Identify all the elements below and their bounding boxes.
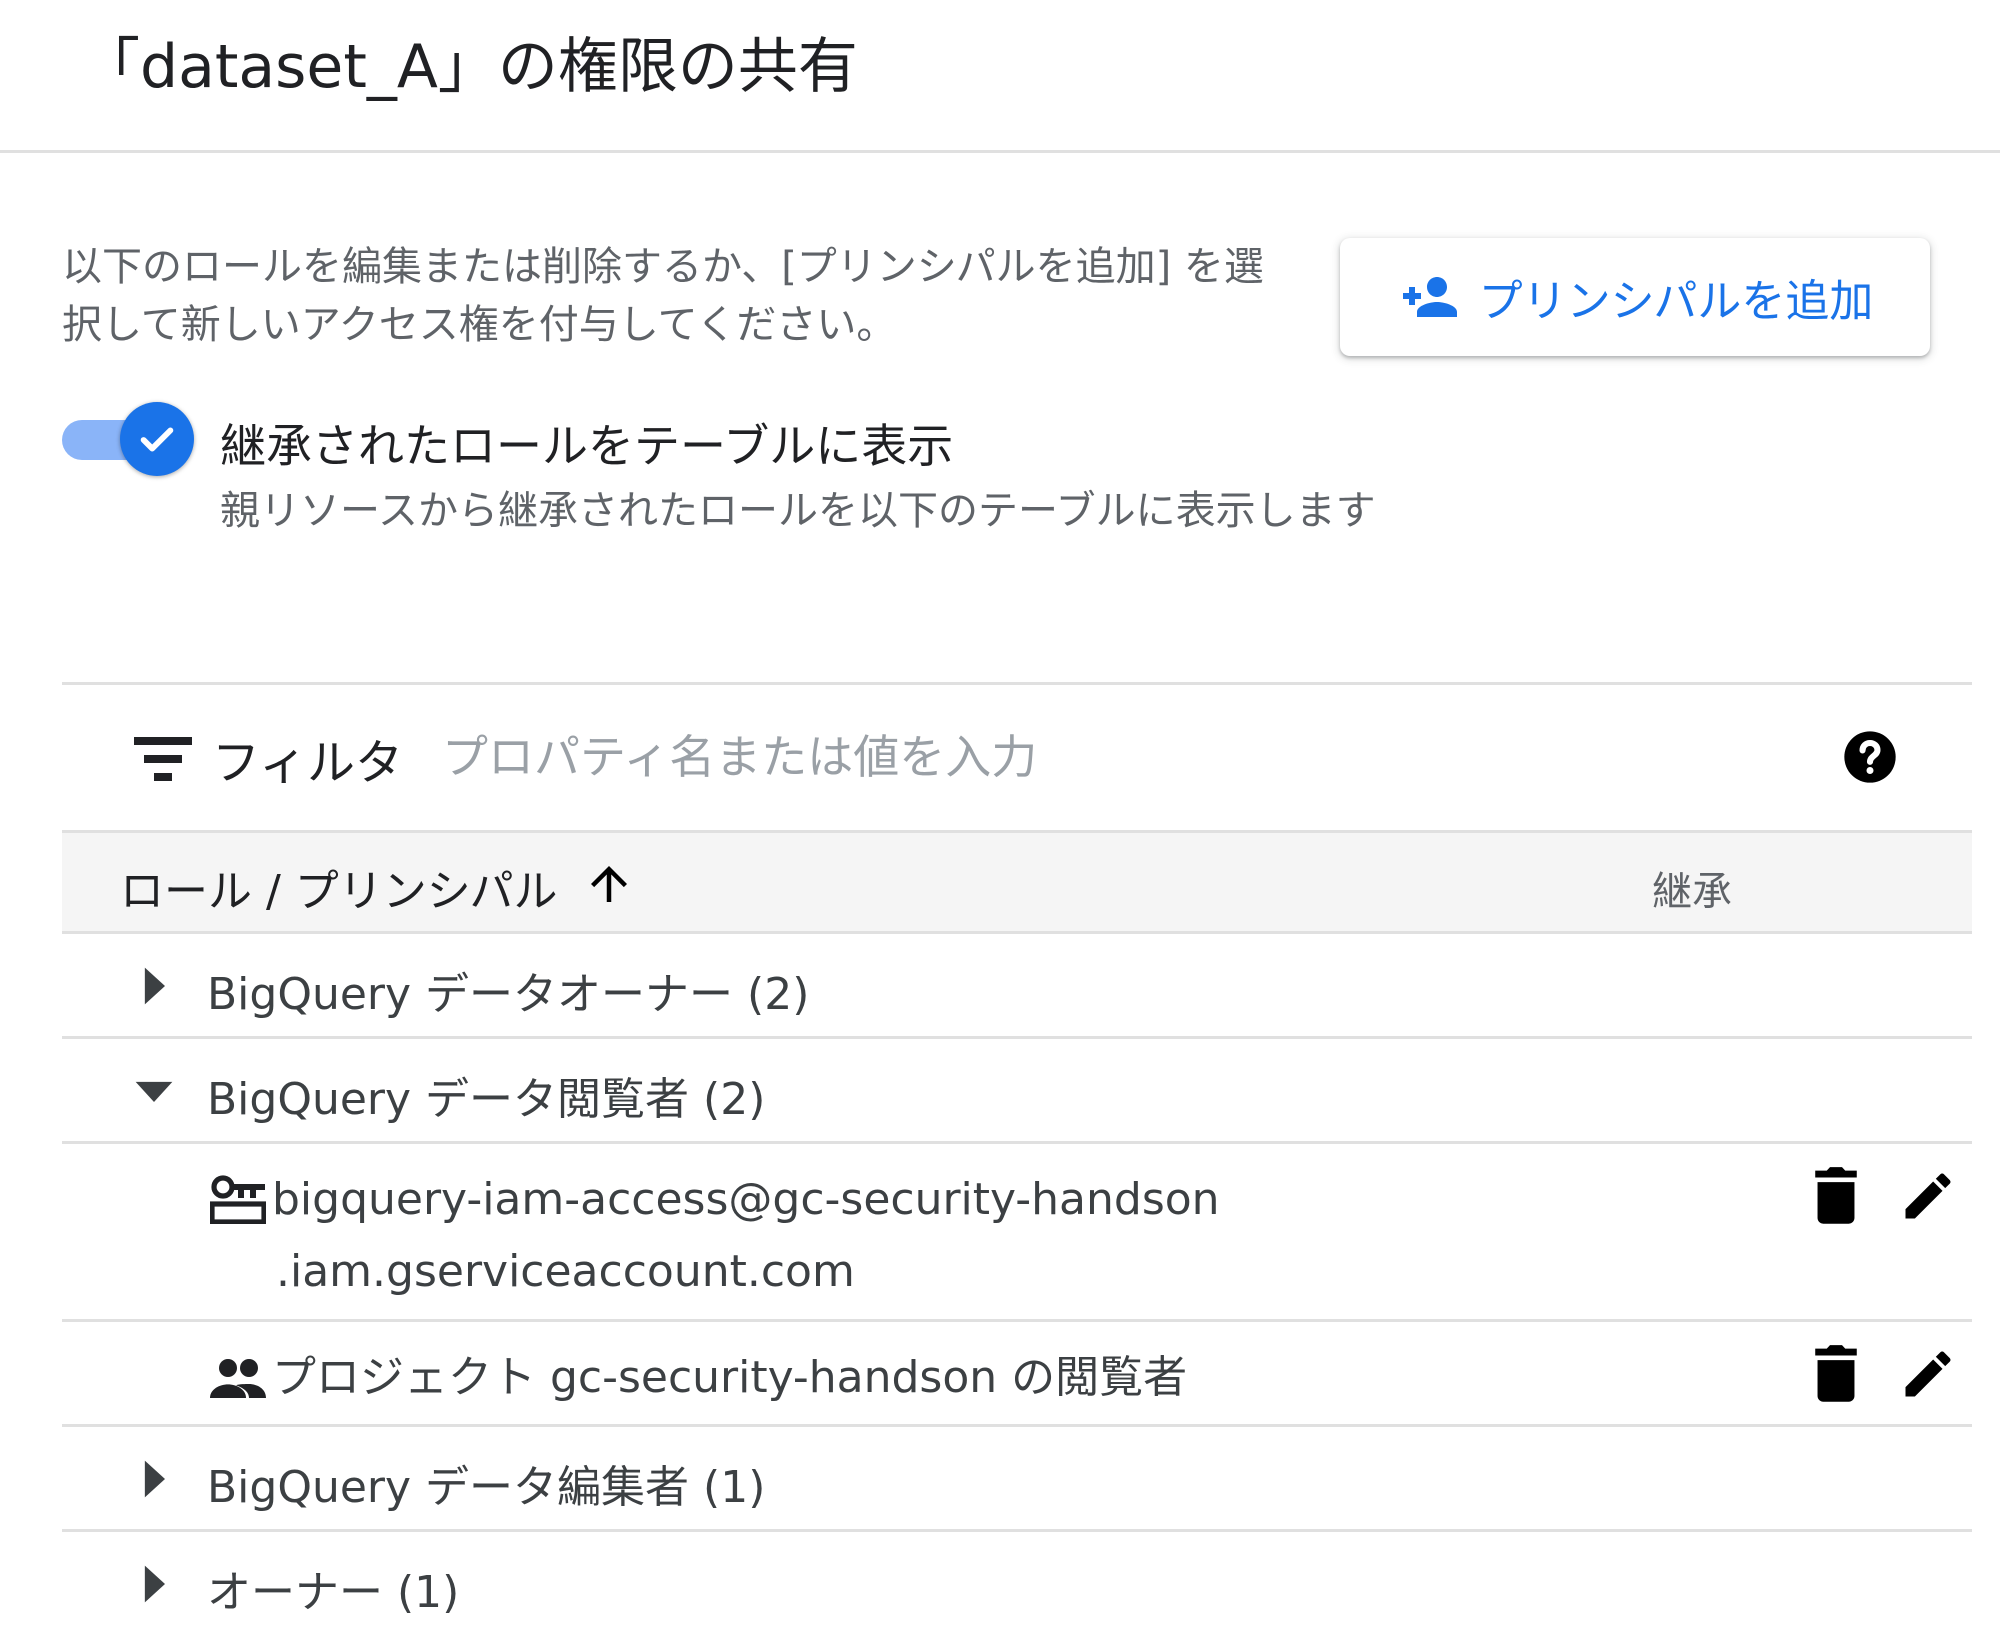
filter-label: フィルタ: [212, 735, 404, 791]
table-header: ロール / プリンシパル 継承: [62, 830, 1972, 934]
expand-right-icon[interactable]: [132, 1457, 176, 1501]
inherit-roles-toggle[interactable]: [62, 402, 194, 476]
toggle-knob: [120, 402, 194, 476]
table-row[interactable]: オーナー (1): [62, 1532, 1972, 1635]
member-name-text: プロジェクト gc-security-handson の閲覧者: [272, 1352, 1188, 1403]
check-icon: [140, 427, 174, 452]
role-label[interactable]: BigQuery データ閲覧者 (2): [207, 1063, 765, 1127]
add-principal-label: プリンシパルを追加: [1478, 276, 1874, 327]
member-email-line2: .iam.gserviceaccount.com: [276, 1246, 855, 1297]
dialog-title: 「dataset_A」の権限の共有: [80, 32, 858, 102]
add-principal-button[interactable]: プリンシパルを追加: [1340, 238, 1930, 356]
table-row[interactable]: BigQuery データオーナー (2): [62, 934, 1972, 1039]
permissions-table: フィルタ ロール / プリンシパル 継承 BigQuery データオーナー (2…: [62, 682, 1972, 1635]
help-icon[interactable]: [1842, 729, 1898, 785]
person-add-icon: [1402, 277, 1457, 317]
edit-icon[interactable]: [1898, 1344, 1958, 1404]
edit-icon[interactable]: [1898, 1166, 1958, 1226]
table-row[interactable]: BigQuery データ編集者 (1): [62, 1427, 1972, 1532]
role-label[interactable]: BigQuery データオーナー (2): [207, 958, 809, 1022]
role-label[interactable]: BigQuery データ編集者 (1): [207, 1451, 765, 1515]
filter-bar: フィルタ: [62, 685, 1972, 830]
member-row: bigquery-iam-access@gc-security-handson …: [62, 1144, 1972, 1322]
expand-right-icon[interactable]: [132, 1562, 176, 1606]
member-name: プロジェクト gc-security-handson の閲覧者: [272, 1342, 1187, 1414]
title-divider: [0, 150, 2000, 153]
toggle-label: 継承されたロールをテーブルに表示: [220, 419, 954, 473]
delete-icon[interactable]: [1808, 1344, 1864, 1404]
table-row[interactable]: BigQuery データ閲覧者 (2): [62, 1039, 1972, 1144]
filter-icon: [134, 737, 192, 781]
share-permissions-dialog: 「dataset_A」の権限の共有 以下のロールを編集または削除するか、[プリン…: [0, 0, 2000, 1635]
role-label[interactable]: オーナー (1): [207, 1556, 459, 1620]
member-row: プロジェクト gc-security-handson の閲覧者: [62, 1322, 1972, 1427]
toggle-description: 親リソースから継承されたロールを以下のテーブルに表示します: [220, 488, 1376, 534]
column-header-role[interactable]: ロール / プリンシパル: [120, 855, 557, 919]
dialog-description: 以下のロールを編集または削除するか、[プリンシパルを追加] を選択して新しいアク…: [62, 244, 1264, 348]
group-icon: [210, 1359, 266, 1398]
expand-right-icon[interactable]: [132, 964, 176, 1008]
filter-input[interactable]: [442, 715, 1742, 799]
member-email-line1: bigquery-iam-access@gc-security-handson: [272, 1174, 1220, 1225]
service-account-icon: [210, 1175, 266, 1224]
expand-down-icon[interactable]: [132, 1069, 176, 1113]
delete-icon[interactable]: [1808, 1166, 1864, 1226]
member-email: bigquery-iam-access@gc-security-handson …: [272, 1164, 1220, 1308]
column-header-inherit: 継承: [1652, 869, 1732, 915]
sort-ascending-icon[interactable]: [582, 857, 636, 911]
